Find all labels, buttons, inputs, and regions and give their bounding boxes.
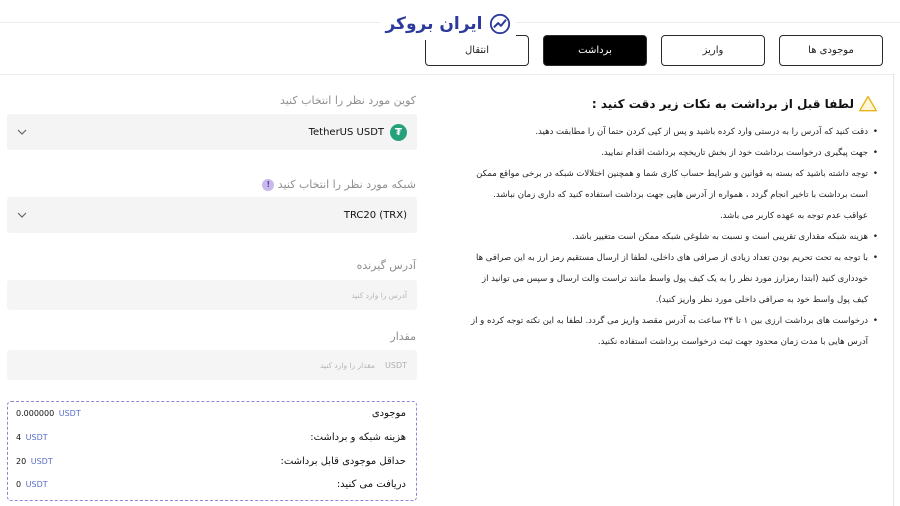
notes-header: لطفا قبل از برداشت به نکات زیر دقت کنید … bbox=[470, 92, 878, 116]
note-item: جهت پیگیری درخواست برداشت خود از بخش تار… bbox=[470, 143, 878, 164]
note-item: دقت کنید که آدرس را به درستی وارد کرده ب… bbox=[470, 122, 878, 143]
note-item: هزینه شبکه مقداری تقریبی است و نسبت به ش… bbox=[470, 227, 878, 248]
summary-label: حداقل موجودی قابل برداشت: bbox=[280, 456, 406, 467]
tab-label: برداشت bbox=[578, 45, 612, 56]
panel-right-border bbox=[893, 74, 894, 506]
logo-text: ایران بروکر bbox=[385, 14, 483, 34]
tab-label: انتقال bbox=[465, 45, 489, 56]
tether-icon: ₮ bbox=[390, 123, 407, 141]
network-select-value: TRC20 (TRX) bbox=[344, 210, 407, 221]
withdraw-summary: 0.000000 USDT موجودی 4 USDT هزینه شبکه و… bbox=[7, 401, 417, 501]
tab-label: موجودی ها bbox=[808, 45, 854, 56]
summary-value: 20 USDT bbox=[16, 457, 53, 466]
amount-input[interactable]: مقدار را وارد کنید USDT bbox=[7, 350, 417, 380]
network-select[interactable]: TRC20 (TRX) bbox=[7, 197, 417, 233]
tab-balances[interactable]: موجودی ها bbox=[779, 35, 883, 66]
info-icon[interactable]: ! bbox=[262, 179, 275, 191]
summary-label: موجودی bbox=[371, 408, 406, 419]
coin-select[interactable]: TetherUS USDT ₮ bbox=[7, 114, 417, 150]
coin-select-value: TetherUS USDT ₮ bbox=[308, 123, 407, 141]
summary-label: دریافت می کنید: bbox=[336, 479, 406, 490]
panel-top-border bbox=[0, 74, 895, 75]
note-item: توجه داشته باشید که بسته به قوانین و شرا… bbox=[470, 164, 878, 227]
notes-title: لطفا قبل از برداشت به نکات زیر دقت کنید … bbox=[591, 97, 854, 111]
note-item: درخواست های برداشت ارزی بین ۱ تا ۲۴ ساعت… bbox=[470, 311, 878, 353]
network-label-text: شبکه مورد نظر را انتخاب کنید bbox=[277, 178, 416, 191]
amount-unit: USDT bbox=[385, 360, 407, 370]
summary-row-minimum: 20 USDT حداقل موجودی قابل برداشت: bbox=[16, 456, 406, 467]
address-input[interactable]: آدرس را وارد کنید bbox=[7, 280, 417, 310]
coin-name: TetherUS USDT bbox=[308, 126, 384, 138]
trend-chart-icon bbox=[489, 13, 510, 35]
summary-unit: USDT bbox=[30, 457, 53, 466]
summary-unit: USDT bbox=[25, 433, 48, 442]
summary-unit: USDT bbox=[58, 409, 81, 418]
coin-select-label: کوین مورد نظر را انتخاب کنید bbox=[279, 94, 416, 107]
summary-row-fee: 4 USDT هزینه شبکه و برداشت: bbox=[16, 432, 406, 443]
summary-row-balance: 0.000000 USDT موجودی bbox=[16, 408, 406, 419]
network-name: TRC20 (TRX) bbox=[343, 209, 407, 221]
address-label: آدرس گیرنده bbox=[356, 259, 416, 272]
chevron-down-icon bbox=[17, 129, 27, 135]
summary-value: 0.000000 USDT bbox=[16, 409, 81, 418]
network-select-label: شبکه مورد نظر را انتخاب کنید ! bbox=[256, 178, 416, 191]
tab-label: واریز bbox=[702, 45, 724, 56]
summary-label: هزینه شبکه و برداشت: bbox=[310, 432, 406, 443]
summary-unit: USDT bbox=[25, 480, 48, 489]
summary-value: 0 USDT bbox=[16, 480, 48, 489]
note-item: با توجه به تحت تحریم بودن تعداد زیادی از… bbox=[470, 248, 878, 311]
chevron-down-icon bbox=[17, 212, 27, 218]
summary-row-receive: 0 USDT دریافت می کنید: bbox=[16, 479, 406, 490]
tab-deposit[interactable]: واریز bbox=[661, 35, 765, 66]
notes-list: دقت کنید که آدرس را به درستی وارد کرده ب… bbox=[470, 122, 878, 353]
withdraw-notes: لطفا قبل از برداشت به نکات زیر دقت کنید … bbox=[470, 92, 878, 353]
amount-placeholder: مقدار را وارد کنید bbox=[320, 360, 376, 370]
summary-value: 4 USDT bbox=[16, 433, 48, 442]
warning-icon bbox=[859, 95, 877, 112]
amount-label: مقدار bbox=[390, 330, 416, 343]
address-placeholder: آدرس را وارد کنید bbox=[351, 290, 407, 300]
tab-withdraw[interactable]: برداشت bbox=[543, 35, 647, 66]
brand-logo[interactable]: ایران بروکر bbox=[380, 8, 516, 40]
